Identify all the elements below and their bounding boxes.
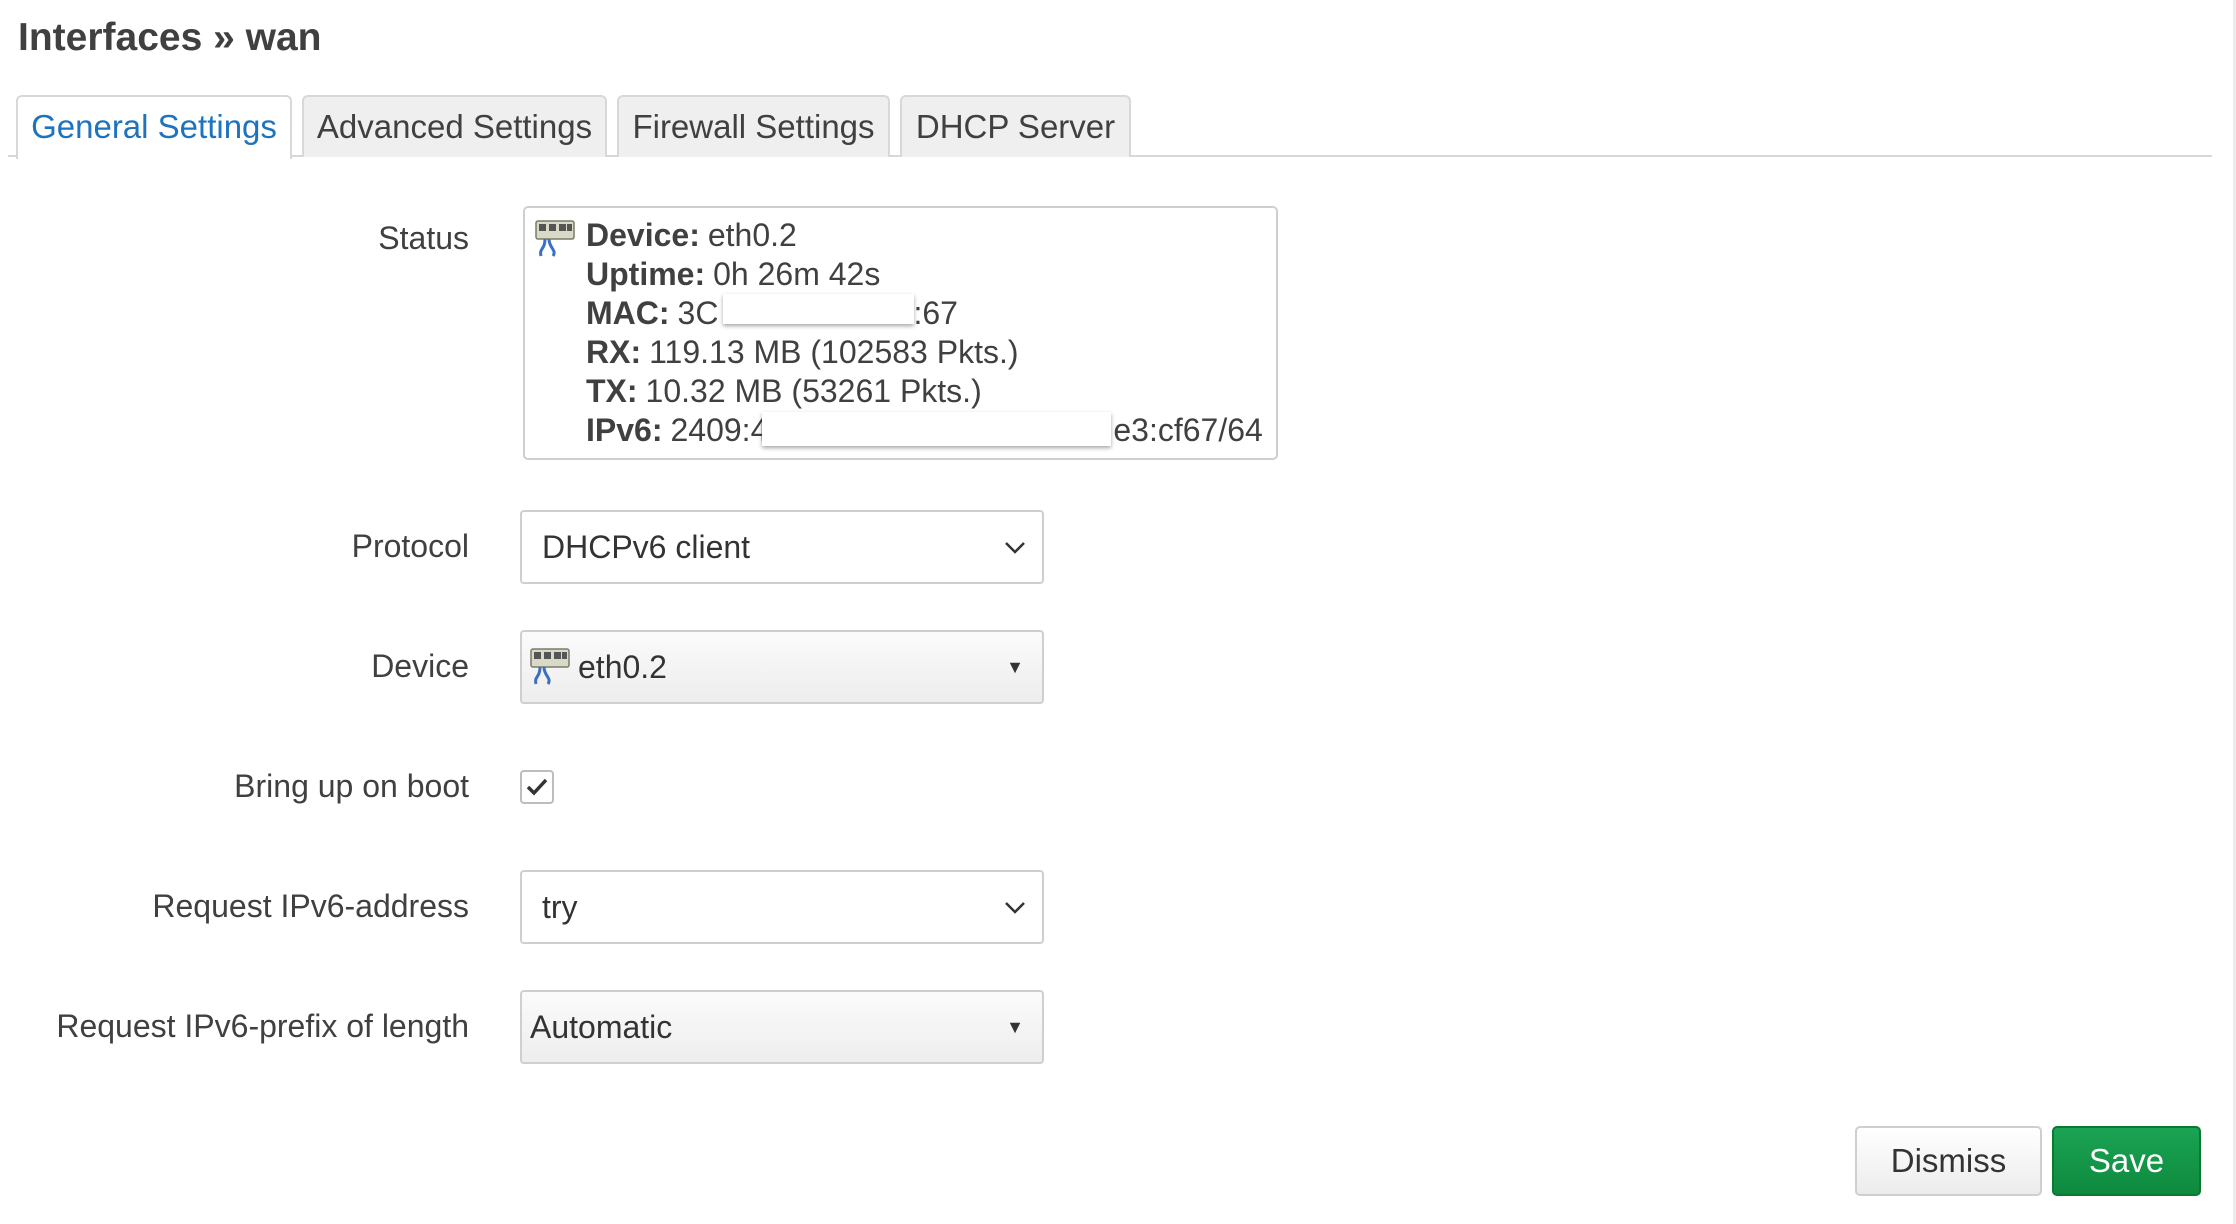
bring-up-on-boot-label: Bring up on boot [234,768,469,804]
caret-down-icon: ▼ [1006,1017,1024,1037]
chevron-down-icon [1005,542,1025,554]
ethernet-port-icon [530,648,570,685]
chevron-down-icon [1005,902,1025,914]
tab-advanced-settings[interactable]: Advanced Settings [302,95,607,157]
device-value: eth0.2 [578,649,667,685]
protocol-select[interactable]: DHCPv6 client [520,510,1044,584]
protocol-value: DHCPv6 client [542,529,751,565]
mac-redaction [723,294,914,324]
bring-up-on-boot-checkbox[interactable] [520,770,554,804]
request-ipv6-address-value: try [542,889,578,925]
request-ipv6-address-select[interactable]: try [520,870,1044,944]
tab-firewall-settings[interactable]: Firewall Settings [617,95,890,157]
caret-down-icon: ▼ [1006,657,1024,677]
status-device: Device: eth0.2 [586,217,797,253]
ethernet-port-icon [535,220,575,257]
request-ipv6-prefix-select[interactable]: Automatic ▼ [520,990,1044,1064]
request-ipv6-prefix-label: Request IPv6-prefix of length [56,1008,469,1044]
status-tx: TX: 10.32 MB (53261 Pkts.) [586,373,982,409]
status-mac: MAC: 3C:67 [586,295,958,331]
device-select[interactable]: eth0.2 ▼ [520,630,1044,704]
status-rx: RX: 119.13 MB (102583 Pkts.) [586,334,1019,370]
ipv6-redaction [762,412,1111,446]
tab-dhcp-server[interactable]: DHCP Server [900,95,1131,157]
status-label: Status [378,220,469,256]
status-uptime: Uptime: 0h 26m 42s [586,256,881,292]
request-ipv6-prefix-value: Automatic [530,1009,673,1045]
save-button[interactable]: Save [2052,1126,2201,1196]
tab-general-settings[interactable]: General Settings [16,95,292,159]
device-label: Device [371,648,469,684]
dismiss-button[interactable]: Dismiss [1855,1126,2042,1196]
status-box: Device: eth0.2 Uptime: 0h 26m 42s MAC: 3C:6… [523,206,1278,460]
protocol-label: Protocol [351,528,469,564]
page-title: Interfaces » wan [18,16,322,59]
checkmark-icon [526,778,548,796]
request-ipv6-address-label: Request IPv6-address [152,888,469,924]
